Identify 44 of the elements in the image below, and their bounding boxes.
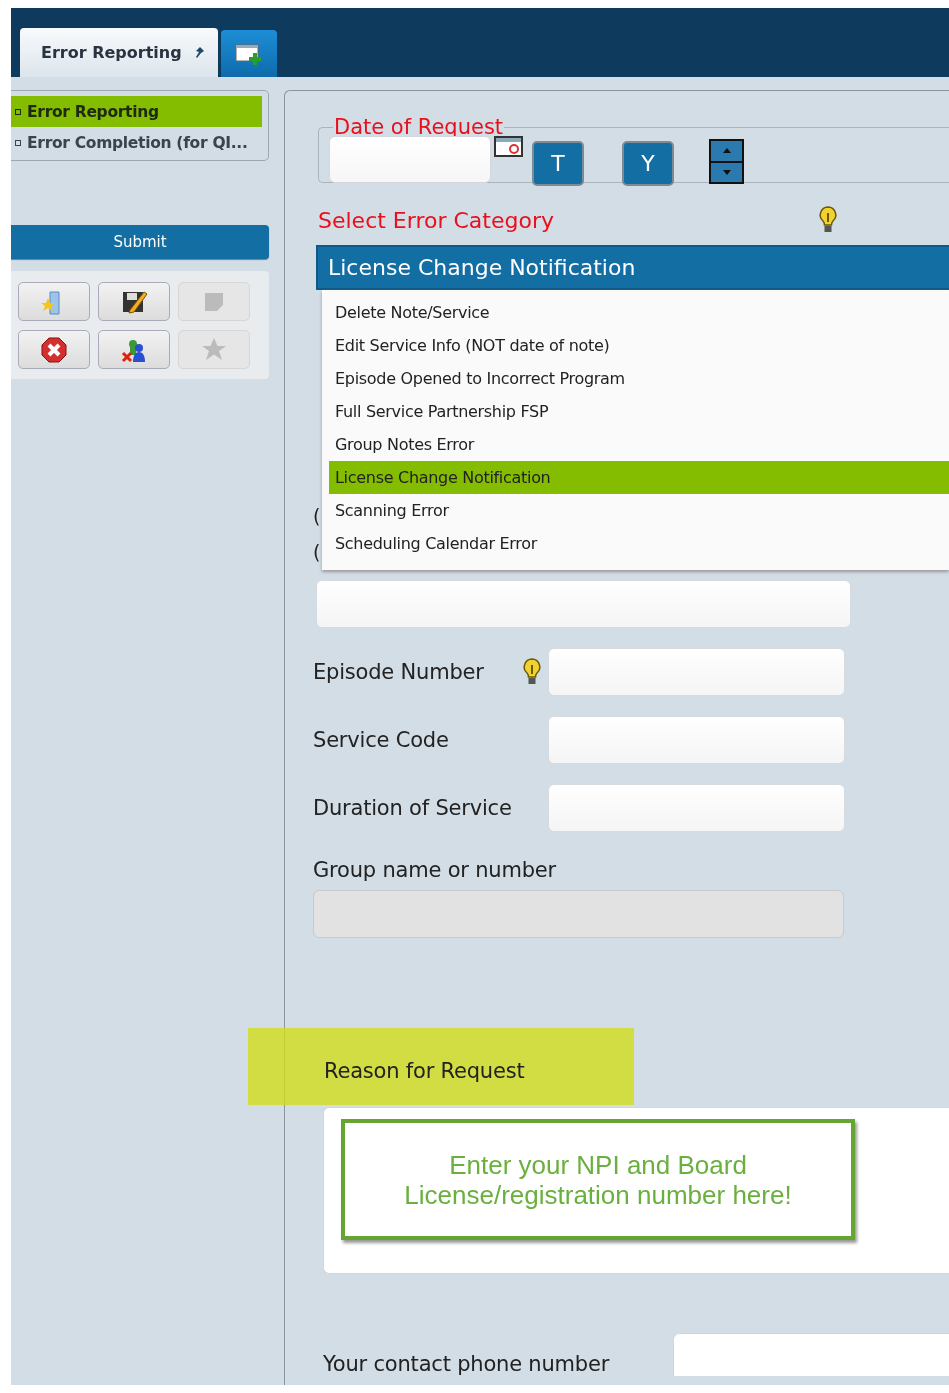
field-label: Duration of Service	[313, 796, 513, 820]
input-field[interactable]	[548, 716, 845, 764]
category-label: Select Error Category	[318, 207, 555, 233]
dropdown-option[interactable]: Scheduling Calendar Error	[329, 527, 949, 560]
today-button[interactable]: T	[532, 141, 584, 186]
field-label: Episode Number	[313, 660, 485, 684]
reason-label: Reason for Request	[324, 1059, 525, 1083]
input-field[interactable]	[316, 580, 851, 628]
calendar-icon[interactable]	[494, 136, 523, 157]
toolbar-button[interactable]	[18, 330, 90, 369]
category-dropdown[interactable]: License Change Notification	[316, 245, 949, 290]
phone-label: Your contact phone number	[323, 1352, 610, 1376]
dropdown-option[interactable]: License Change Notification	[329, 461, 949, 494]
field-label: Service Code	[313, 728, 450, 752]
nav-item[interactable]: Error Reporting	[11, 96, 262, 127]
input-field[interactable]	[548, 648, 845, 696]
callout-note: Enter your NPI and Board License/registration number here!	[341, 1119, 855, 1240]
dropdown-option[interactable]: Delete Note/Service	[329, 296, 949, 329]
field-label: Group name or number	[313, 858, 557, 882]
dropdown-option[interactable]: Scanning Error	[329, 494, 949, 527]
tab[interactable]: Error Reporting	[20, 28, 218, 77]
phone-field[interactable]	[673, 1333, 949, 1376]
spinner-button[interactable]	[709, 139, 744, 184]
input-field[interactable]	[548, 784, 845, 832]
nav-item[interactable]: Error Completion (for QI...	[11, 127, 262, 158]
dropdown-option[interactable]: Episode Opened to Incorrect Program	[329, 362, 949, 395]
dropdown-option[interactable]: Full Service Partnership FSP	[329, 395, 949, 428]
toolbar-button[interactable]	[98, 282, 170, 321]
up-arrow-icon	[722, 148, 731, 154]
date-field[interactable]	[329, 136, 491, 183]
covered-label: (	[313, 540, 322, 565]
submit-button[interactable]: Submit	[11, 225, 269, 259]
covered-label: (	[313, 504, 322, 529]
new-tab-button[interactable]	[220, 30, 277, 77]
dropdown-option[interactable]: Edit Service Info (NOT date of note)	[329, 329, 949, 362]
down-arrow-icon	[722, 169, 731, 175]
bullet-icon	[15, 139, 21, 146]
delete-icon	[40, 335, 68, 364]
yesterday-button[interactable]: Y	[622, 141, 674, 186]
bullet-icon	[15, 108, 21, 115]
date-label: Date of Request	[333, 117, 505, 138]
dropdown-option[interactable]: Group Notes Error	[329, 428, 949, 461]
toolbar-button[interactable]	[98, 330, 170, 369]
add-window-icon	[234, 42, 263, 65]
